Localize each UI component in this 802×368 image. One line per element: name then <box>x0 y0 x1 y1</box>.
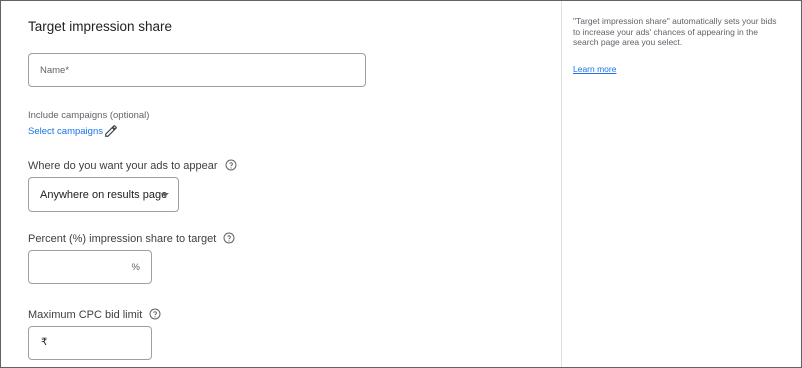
ad-location-label: Where do you want your ads to appear <box>28 159 237 172</box>
help-sidebar: "Target impression share" automatically … <box>562 1 801 367</box>
pencil-icon[interactable] <box>104 124 118 138</box>
impression-share-input[interactable]: % <box>28 250 152 284</box>
select-campaigns-link[interactable]: Select campaigns <box>28 126 103 137</box>
sidebar-description: "Target impression share" automatically … <box>573 16 777 47</box>
impression-share-label: Percent (%) impression share to target <box>28 232 235 245</box>
form-section: Target impression share Name* Include ca… <box>1 1 562 367</box>
dropdown-arrow-icon <box>161 193 169 197</box>
help-circle-icon[interactable] <box>149 308 161 320</box>
max-cpc-label: Maximum CPC bid limit <box>28 308 161 321</box>
help-circle-icon[interactable] <box>225 159 237 171</box>
currency-prefix: ₹ <box>41 337 48 348</box>
include-campaigns-label: Include campaigns (optional) <box>28 110 150 121</box>
name-input[interactable]: Name* <box>28 53 366 87</box>
form-title: Target impression share <box>28 19 173 34</box>
help-circle-icon[interactable] <box>223 232 235 244</box>
ad-location-dropdown[interactable]: Anywhere on results page <box>28 177 179 212</box>
name-placeholder: Name* <box>40 65 70 76</box>
max-cpc-input[interactable]: ₹ <box>28 326 152 360</box>
strategy-panel: Target impression share Name* Include ca… <box>0 0 802 368</box>
learn-more-link[interactable]: Learn more <box>573 64 616 74</box>
percent-suffix: % <box>131 262 140 273</box>
ad-location-selected: Anywhere on results page <box>40 189 168 201</box>
